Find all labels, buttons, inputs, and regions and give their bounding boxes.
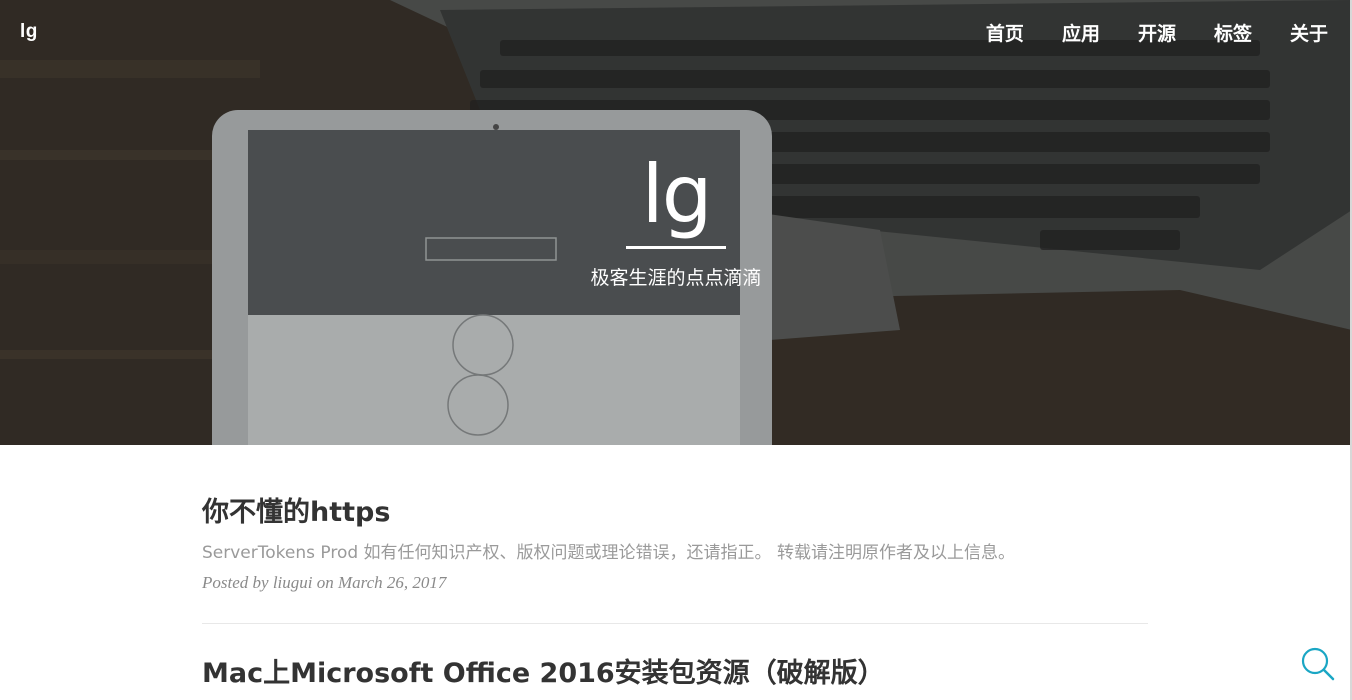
site-heading: lg 极客生涯的点点滴滴: [0, 150, 1352, 290]
brand-link[interactable]: lg: [20, 21, 38, 43]
site-title: lg: [641, 148, 712, 241]
top-navbar: lg 首页 应用 开源 标签 关于: [0, 0, 1352, 64]
nav-link-opensource[interactable]: 开源: [1119, 19, 1195, 46]
nav-link-tags[interactable]: 标签: [1195, 19, 1271, 46]
site-subtitle: 极客生涯的点点滴滴: [590, 267, 762, 289]
post-title-link[interactable]: 你不懂的https: [202, 495, 1148, 531]
post-subtitle[interactable]: ServerTokens Prod 如有任何知识产权、版权问题或理论错误，还请指…: [202, 541, 1148, 565]
post-title-link[interactable]: Mac上Microsoft Office 2016安装包资源（破解版）: [202, 656, 1148, 692]
post-preview: 你不懂的https ServerTokens Prod 如有任何知识产权、版权问…: [202, 445, 1148, 624]
post-list: 你不懂的https ServerTokens Prod 如有任何知识产权、版权问…: [202, 445, 1148, 692]
nav-link-home[interactable]: 首页: [967, 19, 1043, 46]
post-preview: Mac上Microsoft Office 2016安装包资源（破解版）: [202, 624, 1148, 692]
hero-header: lg 首页 应用 开源 标签 关于 lg 极客生涯的点点滴滴: [0, 0, 1352, 445]
title-divider: [626, 246, 726, 249]
post-meta: Posted by liugui on March 26, 2017: [202, 573, 447, 592]
search-button[interactable]: [1300, 646, 1336, 682]
search-icon: [1301, 647, 1335, 681]
nav-link-about[interactable]: 关于: [1271, 19, 1328, 46]
nav-links: 首页 应用 开源 标签 关于: [967, 19, 1328, 46]
nav-link-apps[interactable]: 应用: [1043, 19, 1119, 46]
